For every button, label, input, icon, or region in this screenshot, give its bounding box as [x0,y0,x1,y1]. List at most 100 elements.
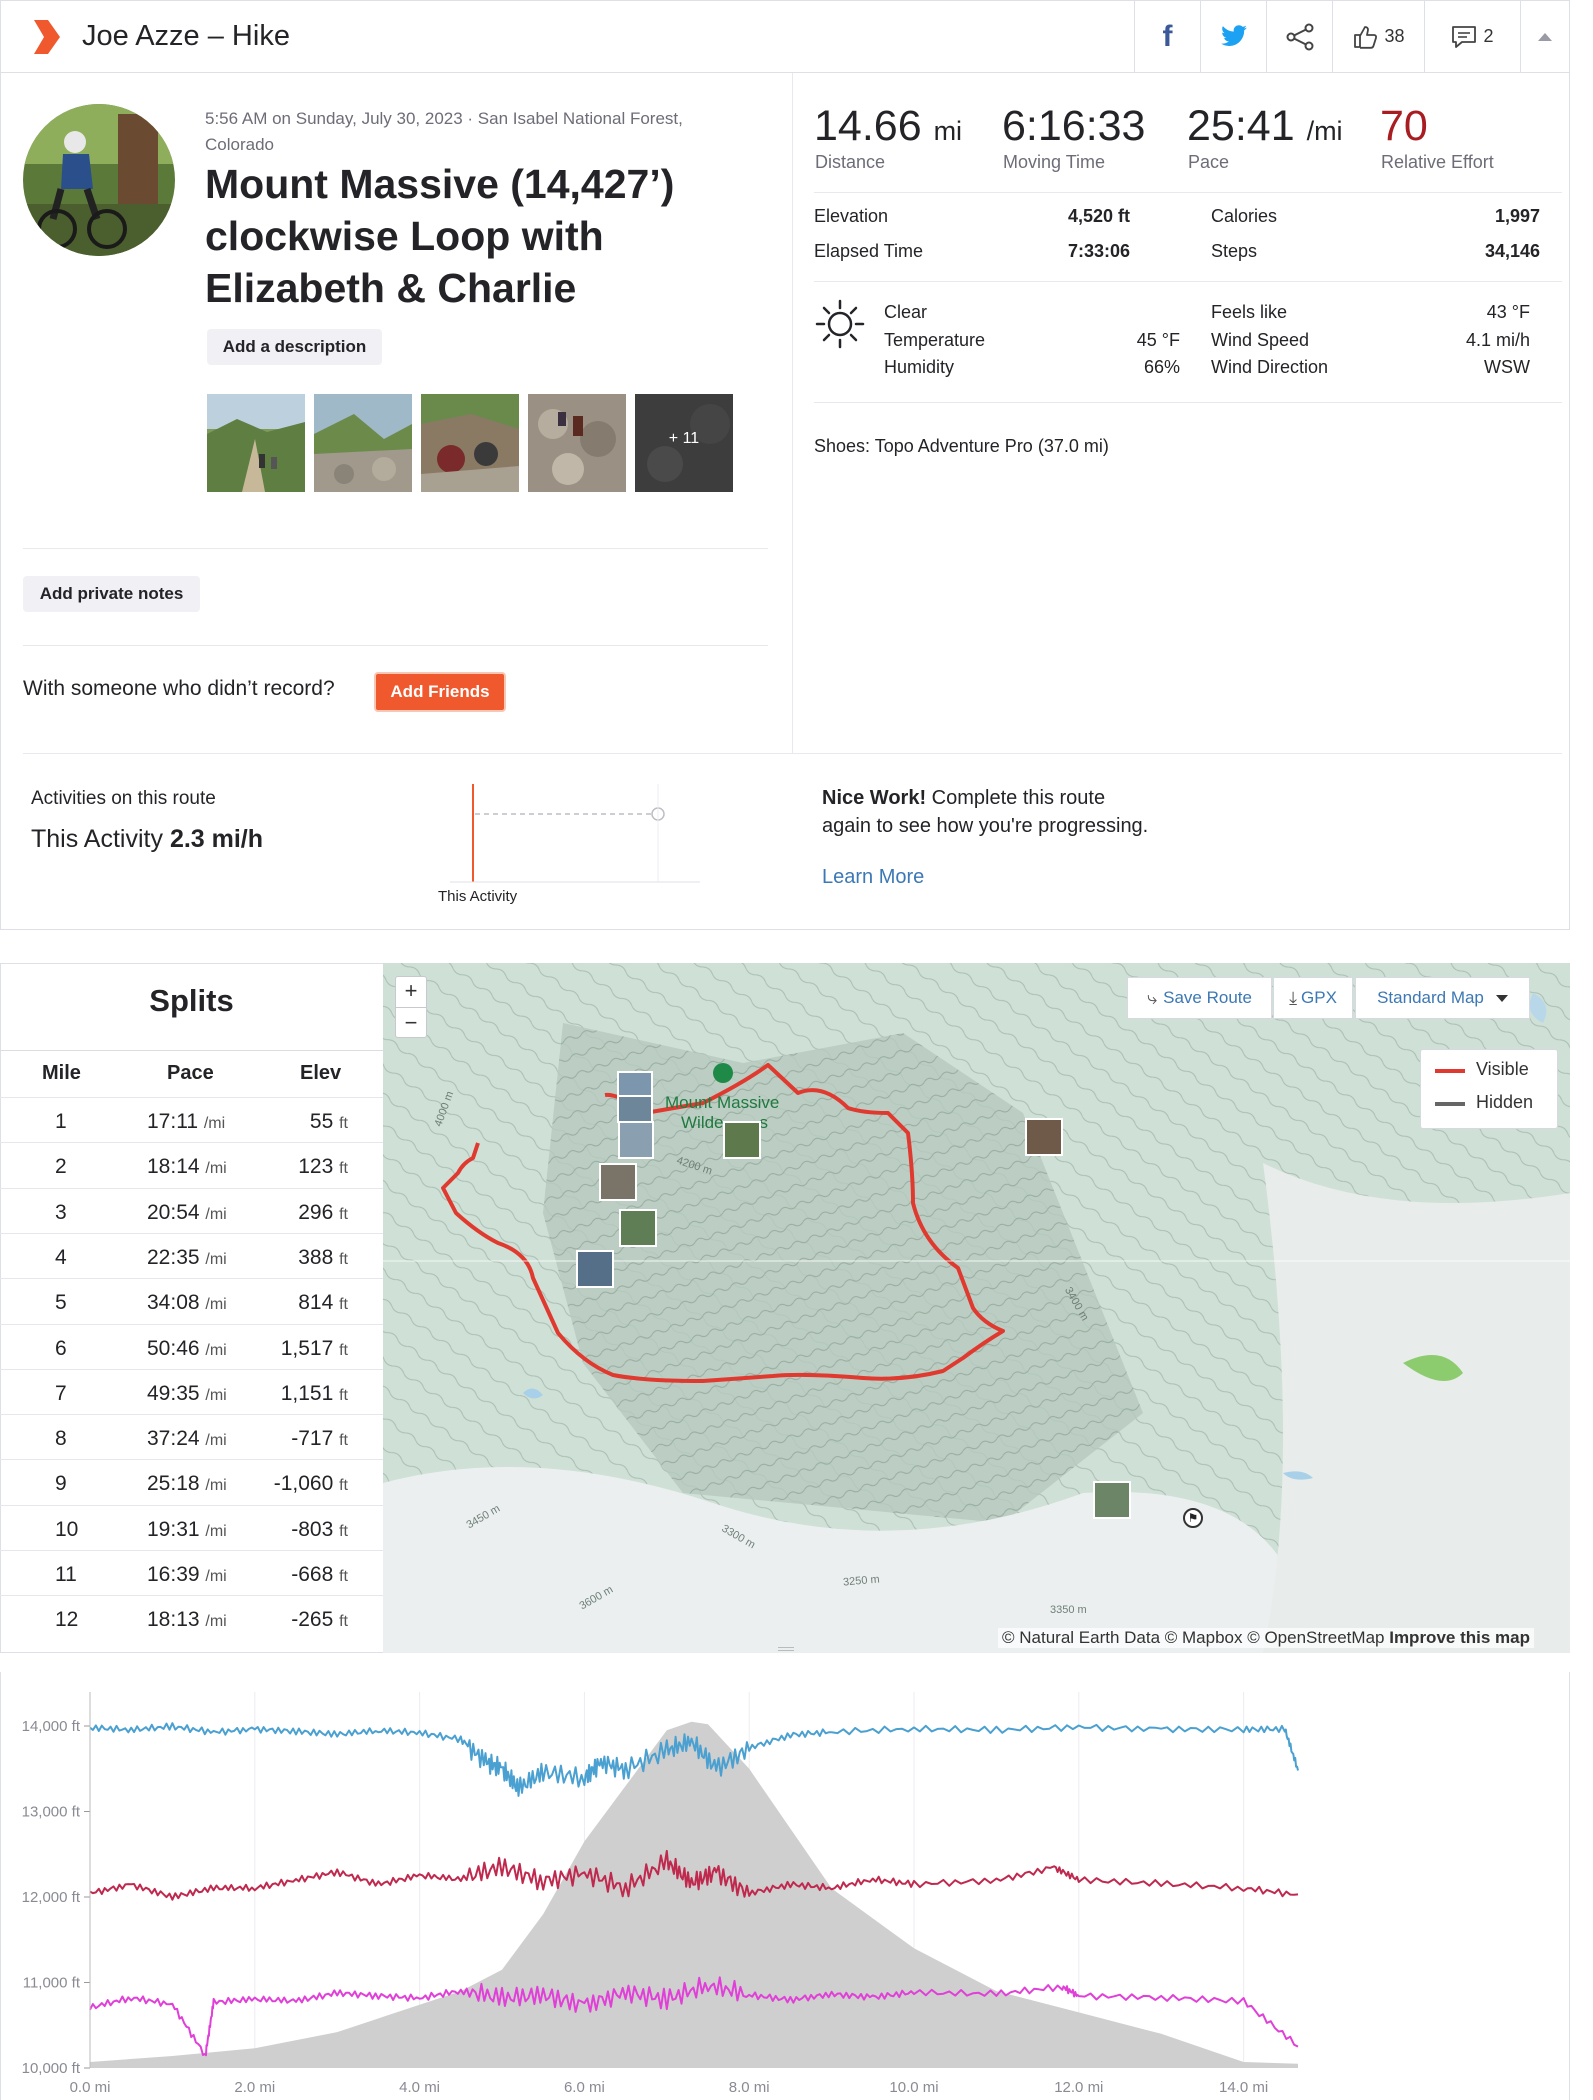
zoom-in-button[interactable]: + [395,976,427,1006]
activity-photo[interactable] [421,394,519,492]
comment-count: 2 [1483,26,1494,46]
add-description-button[interactable]: Add a description [207,329,382,365]
collapse-button[interactable] [1520,0,1570,73]
split-mile: 5 [55,1291,67,1315]
split-pace: 34:08 /mi [147,1291,227,1315]
elevation-chart[interactable]: 0.0 mi 2.0 mi 4.0 mi 6.0 mi 8.0 mi 10.0 mi 12.… [0,1672,1570,2100]
wind-direction-label: Wind Direction [1211,357,1329,377]
peak-marker-icon [713,1063,733,1083]
elev-unit: ft [339,1205,348,1223]
section-divider [814,281,1562,282]
split-mile: 6 [55,1336,67,1360]
relative-effort-value[interactable]: 70 [1380,102,1428,151]
route-icon: ⤷ [1147,987,1158,1008]
split-elev: 55 ft [309,1110,348,1133]
y-tick-label: 10,000 ft [22,2060,81,2077]
table-row: 6 50:46 /mi 1,517 ft [0,1323,383,1370]
split-elev: 814 ft [298,1291,348,1315]
add-private-notes-button[interactable]: Add private notes [23,576,200,612]
map-style-label: Standard Map [1377,988,1484,1007]
share-button[interactable] [1266,0,1332,73]
comments-button[interactable]: 2 [1424,0,1520,73]
map-photo-marker[interactable] [1025,1118,1063,1156]
y-tick-label: 14,000 ft [22,1718,81,1735]
pace-unit: /mi [205,1568,227,1585]
map-photo-marker[interactable] [576,1250,614,1288]
split-elev: -717 ft [291,1427,348,1451]
elev-unit: ft [339,1477,348,1495]
map-style-select[interactable]: Standard Map [1355,977,1530,1019]
elevation-label: Elevation [814,206,889,226]
kudos-count: 38 [1384,26,1405,46]
pace-value: 25:41 [1187,102,1295,150]
elev-unit: ft [339,1296,348,1314]
x-tick-label: 0.0 mi [70,2079,111,2096]
pace-unit: /mi [205,1205,227,1223]
map-photo-marker[interactable] [617,1095,653,1123]
map-attribution: © Natural Earth Data © Mapbox © OpenStre… [998,1628,1534,1648]
elev-unit: ft [339,1341,348,1359]
activity-photo[interactable] [528,394,626,492]
split-mile: 12 [55,1608,79,1632]
split-mile: 11 [55,1563,77,1586]
this-activity-speed-value: 2.3 mi/h [169,825,264,853]
x-tick-label: 2.0 mi [234,2079,275,2096]
elapsed-time-label: Elapsed Time [814,241,924,261]
resize-handle[interactable] [778,1647,794,1651]
section-divider [814,192,1562,193]
elev-unit: ft [339,1386,348,1404]
map-photo-marker[interactable] [1093,1481,1131,1519]
map-photo-marker[interactable] [723,1121,761,1159]
this-activity-chart-label: This Activity [438,888,518,905]
more-photos-button[interactable]: + 11 [635,394,733,492]
map-photo-marker[interactable] [619,1209,657,1247]
x-tick-label: 10.0 mi [889,2079,938,2096]
zoom-out-button[interactable]: − [395,1007,427,1037]
pace-unit: /mi [203,1115,226,1132]
kudos-button[interactable]: 38 [1332,0,1424,73]
gpx-download-button[interactable]: ⤓ GPX [1273,977,1353,1019]
table-row: 1 17:11 /mi 55 ft [0,1097,383,1143]
split-elev: 388 ft [298,1245,348,1269]
split-elev: -803 ft [291,1517,348,1541]
legend-visible-swatch [1435,1069,1465,1073]
split-elev: 1,151 ft [280,1381,348,1405]
page-title: Joe Azze – Hike [82,20,290,52]
split-pace: 49:35 /mi [147,1381,227,1405]
moving-time-label: Moving Time [1003,152,1106,172]
table-row: 4 22:35 /mi 388 ft [0,1232,383,1279]
elev-unit: ft [339,1568,348,1585]
legend-visible-label: Visible [1476,1059,1529,1079]
split-elev: 123 ft [298,1155,348,1179]
learn-more-link[interactable]: Learn More [822,866,924,889]
section-divider [23,645,768,646]
y-tick-label: 11,000 ft [23,1975,81,1992]
wind-speed-value: 4.1 mi/h [1465,330,1530,350]
activity-photo[interactable] [207,394,305,492]
map-photo-marker[interactable] [599,1163,637,1201]
save-route-button[interactable]: ⤷ Save Route [1127,977,1272,1019]
nice-work-message: Nice Work! Complete this route again to … [822,784,1152,840]
distance-value: 14.66 [814,102,922,150]
split-mile: 10 [55,1517,79,1541]
more-photos-count: + 11 [668,430,700,447]
add-friends-button[interactable]: Add Friends [374,672,506,712]
route-map[interactable]: + − ⤷ Save Route ⤓ GPX Standard Map Visi… [383,963,1570,1653]
wind-speed-label: Wind Speed [1211,330,1310,350]
split-mile: 7 [55,1381,67,1405]
gear-shoes[interactable]: Shoes: Topo Adventure Pro (37.0 mi) [814,436,1109,457]
activity-photo[interactable] [314,394,412,492]
caret-up-icon [1538,32,1552,41]
comment-icon [1452,25,1477,48]
split-mile: 1 [55,1110,67,1133]
avatar[interactable] [23,104,175,256]
improve-map-link[interactable]: Improve this map [1389,1628,1530,1647]
twitter-icon [1220,24,1247,46]
map-photo-marker[interactable] [618,1121,654,1159]
share-facebook-button[interactable]: f [1134,0,1200,73]
x-tick-label: 14.0 mi [1219,2079,1268,2096]
x-tick-label: 12.0 mi [1054,2079,1103,2096]
pace-unit: /mi [205,1432,227,1450]
splits-header-divider [0,1050,383,1051]
share-twitter-button[interactable] [1200,0,1266,73]
